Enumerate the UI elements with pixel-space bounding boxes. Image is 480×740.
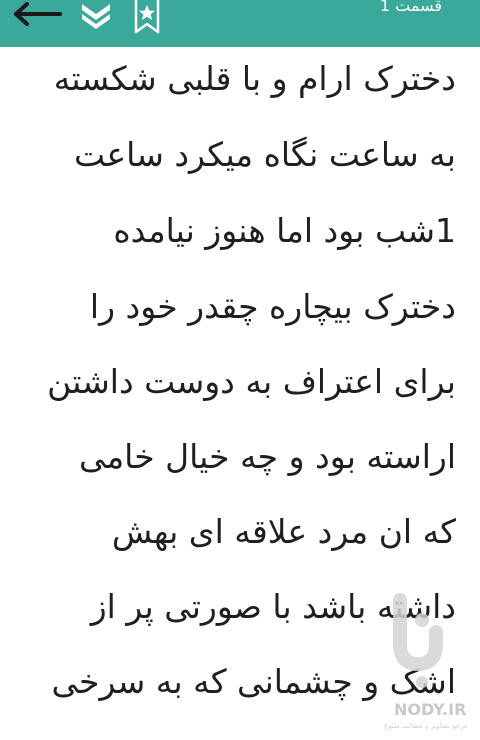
watermark-text: NODY.IR <box>394 700 467 719</box>
story-line: 1شب بود اما هنوز نیامده <box>113 211 456 250</box>
layers-button[interactable] <box>80 0 112 30</box>
story-line: به ساعت نگاه میکرد ساعت <box>74 135 456 174</box>
back-button[interactable] <box>10 2 64 28</box>
bookmark-star-icon <box>134 0 160 34</box>
arrow-left-icon <box>14 2 62 26</box>
layers-chevron-icon <box>82 4 110 29</box>
bookmark-button[interactable] <box>134 0 160 34</box>
story-line: اراسته بود و چه خیال خامی <box>78 437 456 476</box>
story-line: برای اعتراف به دوست داشتن <box>47 362 456 401</box>
story-line: که ان مرد علاقه ای بهش <box>111 512 456 551</box>
app-toolbar: قسمت 1 <box>0 0 480 47</box>
story-line: دخترک بیچاره چقدر خود را <box>89 287 456 326</box>
watermark-subtext: مرجع تصاویر و مطالب متنوع <box>384 722 468 730</box>
watermark-logo-icon <box>393 593 443 688</box>
story-line: دخترک ارام و با قلبی شکسته <box>53 59 456 98</box>
chapter-title: قسمت 1 <box>379 0 442 15</box>
